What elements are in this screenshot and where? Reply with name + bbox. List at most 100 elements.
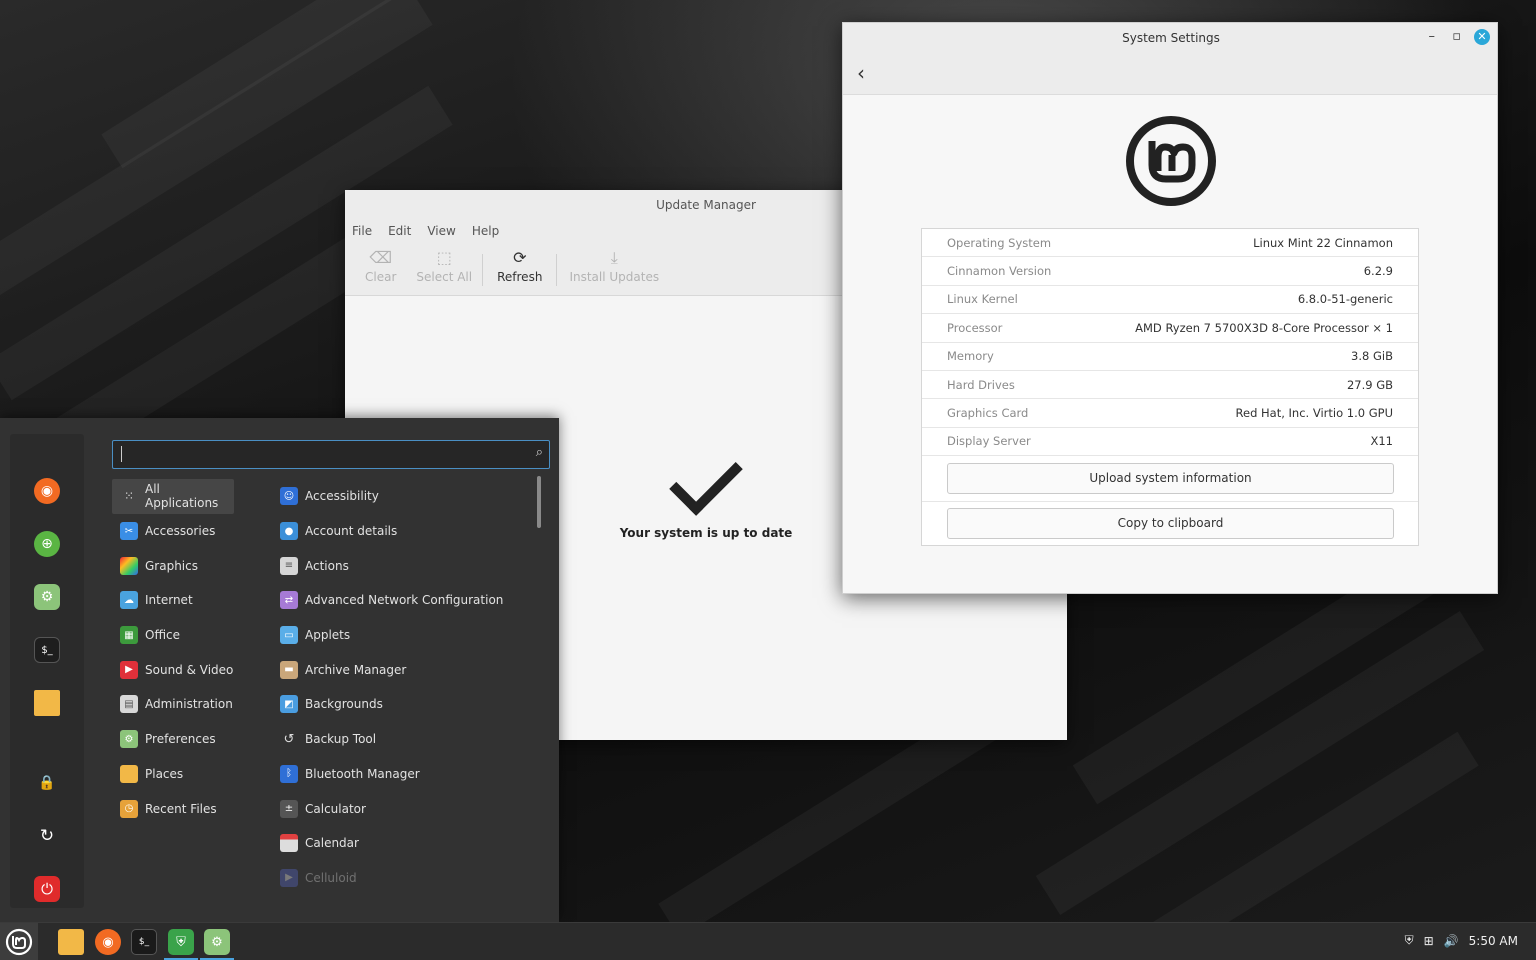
search-input[interactable]: ⌕ [112, 440, 550, 469]
category-preferences[interactable]: ⚙ Preferences [112, 722, 272, 757]
category-list: ⁙ All Applications ✂ Accessories Graphic… [112, 479, 272, 826]
logout-icon[interactable]: ↻ [34, 823, 60, 849]
category-office[interactable]: ▦ Office [112, 618, 272, 653]
files-icon[interactable] [34, 690, 60, 716]
app-backup-tool[interactable]: ↺ Backup Tool [274, 722, 534, 757]
account-icon: ● [280, 522, 298, 541]
panel-firefox-icon[interactable]: ◉ [95, 929, 121, 955]
app-backgrounds[interactable]: ◩ Backgrounds [274, 687, 534, 722]
app-label: Backgrounds [305, 697, 383, 712]
app-bluetooth-manager[interactable]: ᛒ Bluetooth Manager [274, 757, 534, 792]
panel-system-settings-icon[interactable]: ⚙ [204, 929, 230, 955]
app-label: Account details [305, 524, 398, 539]
app-calendar[interactable]: Calendar [274, 826, 534, 861]
menu-button[interactable] [0, 923, 38, 960]
panel-files-icon[interactable] [58, 929, 84, 955]
category-administration[interactable]: ▤ Administration [112, 687, 272, 722]
applets-icon: ▭ [280, 626, 298, 645]
firefox-icon[interactable]: ◉ [34, 478, 60, 504]
category-accessories[interactable]: ✂ Accessories [112, 514, 272, 549]
calendar-icon [280, 834, 298, 853]
app-accessibility[interactable]: ☺ Accessibility [274, 479, 534, 514]
category-recent-files[interactable]: ◷ Recent Files [112, 791, 272, 826]
category-label: Internet [145, 593, 193, 608]
application-list: ☺ Accessibility ● Account details ≡ Acti… [274, 479, 534, 895]
app-account-details[interactable]: ● Account details [274, 514, 534, 549]
info-value: 3.8 GiB [1351, 349, 1393, 364]
menu-edit[interactable]: Edit [388, 224, 411, 238]
shutdown-icon[interactable]: ⏻ [34, 876, 60, 902]
info-row: Hard Drives 27.9 GB [922, 371, 1418, 400]
info-row: Memory 3.8 GiB [922, 343, 1418, 371]
app-label: Calendar [305, 836, 359, 851]
info-row: Display Server X11 [922, 428, 1418, 457]
info-key: Display Server [947, 434, 1031, 449]
shield-icon[interactable]: ⛨ [1405, 933, 1414, 948]
info-key: Graphics Card [947, 406, 1029, 421]
menu-file[interactable]: File [352, 224, 372, 238]
category-internet[interactable]: ☁ Internet [112, 583, 272, 618]
category-places[interactable]: Places [112, 757, 272, 792]
web-apps-icon[interactable]: ⊕ [34, 531, 60, 557]
refresh-button[interactable]: ⟳ Refresh [483, 248, 556, 288]
lock-screen-icon[interactable]: 🔒 [34, 770, 60, 796]
search-icon: ⌕ [535, 445, 543, 460]
system-info-table: Operating System Linux Mint 22 Cinnamon … [921, 228, 1419, 546]
clear-button[interactable]: ⌫ Clear [345, 248, 406, 288]
app-celluloid[interactable]: ▶ Celluloid [274, 861, 534, 896]
select-all-icon: ⬚ [436, 248, 452, 267]
backgrounds-icon: ◩ [280, 695, 298, 714]
info-value: 6.8.0-51-generic [1297, 292, 1393, 307]
info-key: Operating System [947, 235, 1052, 250]
app-calculator[interactable]: ± Calculator [274, 791, 534, 826]
app-actions[interactable]: ≡ Actions [274, 548, 534, 583]
scrollbar[interactable] [537, 476, 541, 528]
app-label: Applets [305, 628, 351, 643]
menu-help[interactable]: Help [472, 224, 499, 238]
clear-label: Clear [365, 270, 397, 284]
app-advanced-network-configuration[interactable]: ⇄ Advanced Network Configuration [274, 583, 534, 618]
archive-icon: ▬ [280, 660, 298, 679]
info-key: Hard Drives [947, 377, 1015, 392]
graphics-icon [120, 556, 138, 575]
bluetooth-icon: ᛒ [280, 764, 298, 783]
clock[interactable]: 5:50 AM [1469, 934, 1518, 948]
category-label: Office [145, 628, 181, 643]
terminal-icon[interactable]: $_ [34, 637, 60, 663]
volume-icon[interactable]: 🔊 [1444, 934, 1459, 948]
system-settings-icon[interactable]: ⚙ [34, 584, 60, 610]
category-sound-video[interactable]: ▶ Sound & Video [112, 652, 272, 687]
refresh-icon: ⟳ [513, 248, 527, 267]
category-all-applications[interactable]: ⁙ All Applications [112, 479, 234, 514]
network-icon[interactable]: ⊞ [1424, 934, 1434, 948]
office-icon: ▦ [120, 626, 138, 645]
maximize-icon[interactable]: ▫ [1452, 29, 1461, 44]
network-config-icon: ⇄ [280, 591, 298, 610]
grid-icon: ⁙ [123, 489, 135, 504]
panel-update-manager-icon[interactable]: ⛨ [168, 929, 194, 955]
celluloid-icon: ▶ [280, 868, 298, 887]
app-archive-manager[interactable]: ▬ Archive Manager [274, 652, 534, 687]
folder-icon [120, 764, 138, 783]
info-key: Processor [947, 320, 1003, 335]
app-label: Celluloid [305, 870, 357, 885]
select-all-button[interactable]: ⬚ Select All [406, 248, 482, 288]
app-label: Calculator [305, 801, 366, 816]
minimize-icon[interactable]: – [1429, 29, 1436, 44]
category-graphics[interactable]: Graphics [112, 548, 272, 583]
divider [922, 501, 1418, 502]
menu-view[interactable]: View [427, 224, 455, 238]
category-label: Administration [145, 697, 233, 712]
install-updates-button[interactable]: ⤓ Install Updates [557, 248, 669, 288]
accessories-icon: ✂ [120, 522, 138, 541]
panel-terminal-icon[interactable]: $_ [131, 929, 157, 955]
internet-icon: ☁ [120, 591, 138, 610]
close-icon[interactable]: ✕ [1474, 29, 1490, 45]
checkmark-icon [669, 442, 743, 516]
copy-to-clipboard-button[interactable]: Copy to clipboard [947, 508, 1394, 539]
calculator-icon: ± [280, 799, 298, 818]
upload-system-info-button[interactable]: Upload system information [947, 463, 1394, 494]
back-arrow-icon[interactable]: ‹ [857, 61, 865, 85]
app-applets[interactable]: ▭ Applets [274, 618, 534, 653]
info-value: 27.9 GB [1346, 377, 1393, 392]
